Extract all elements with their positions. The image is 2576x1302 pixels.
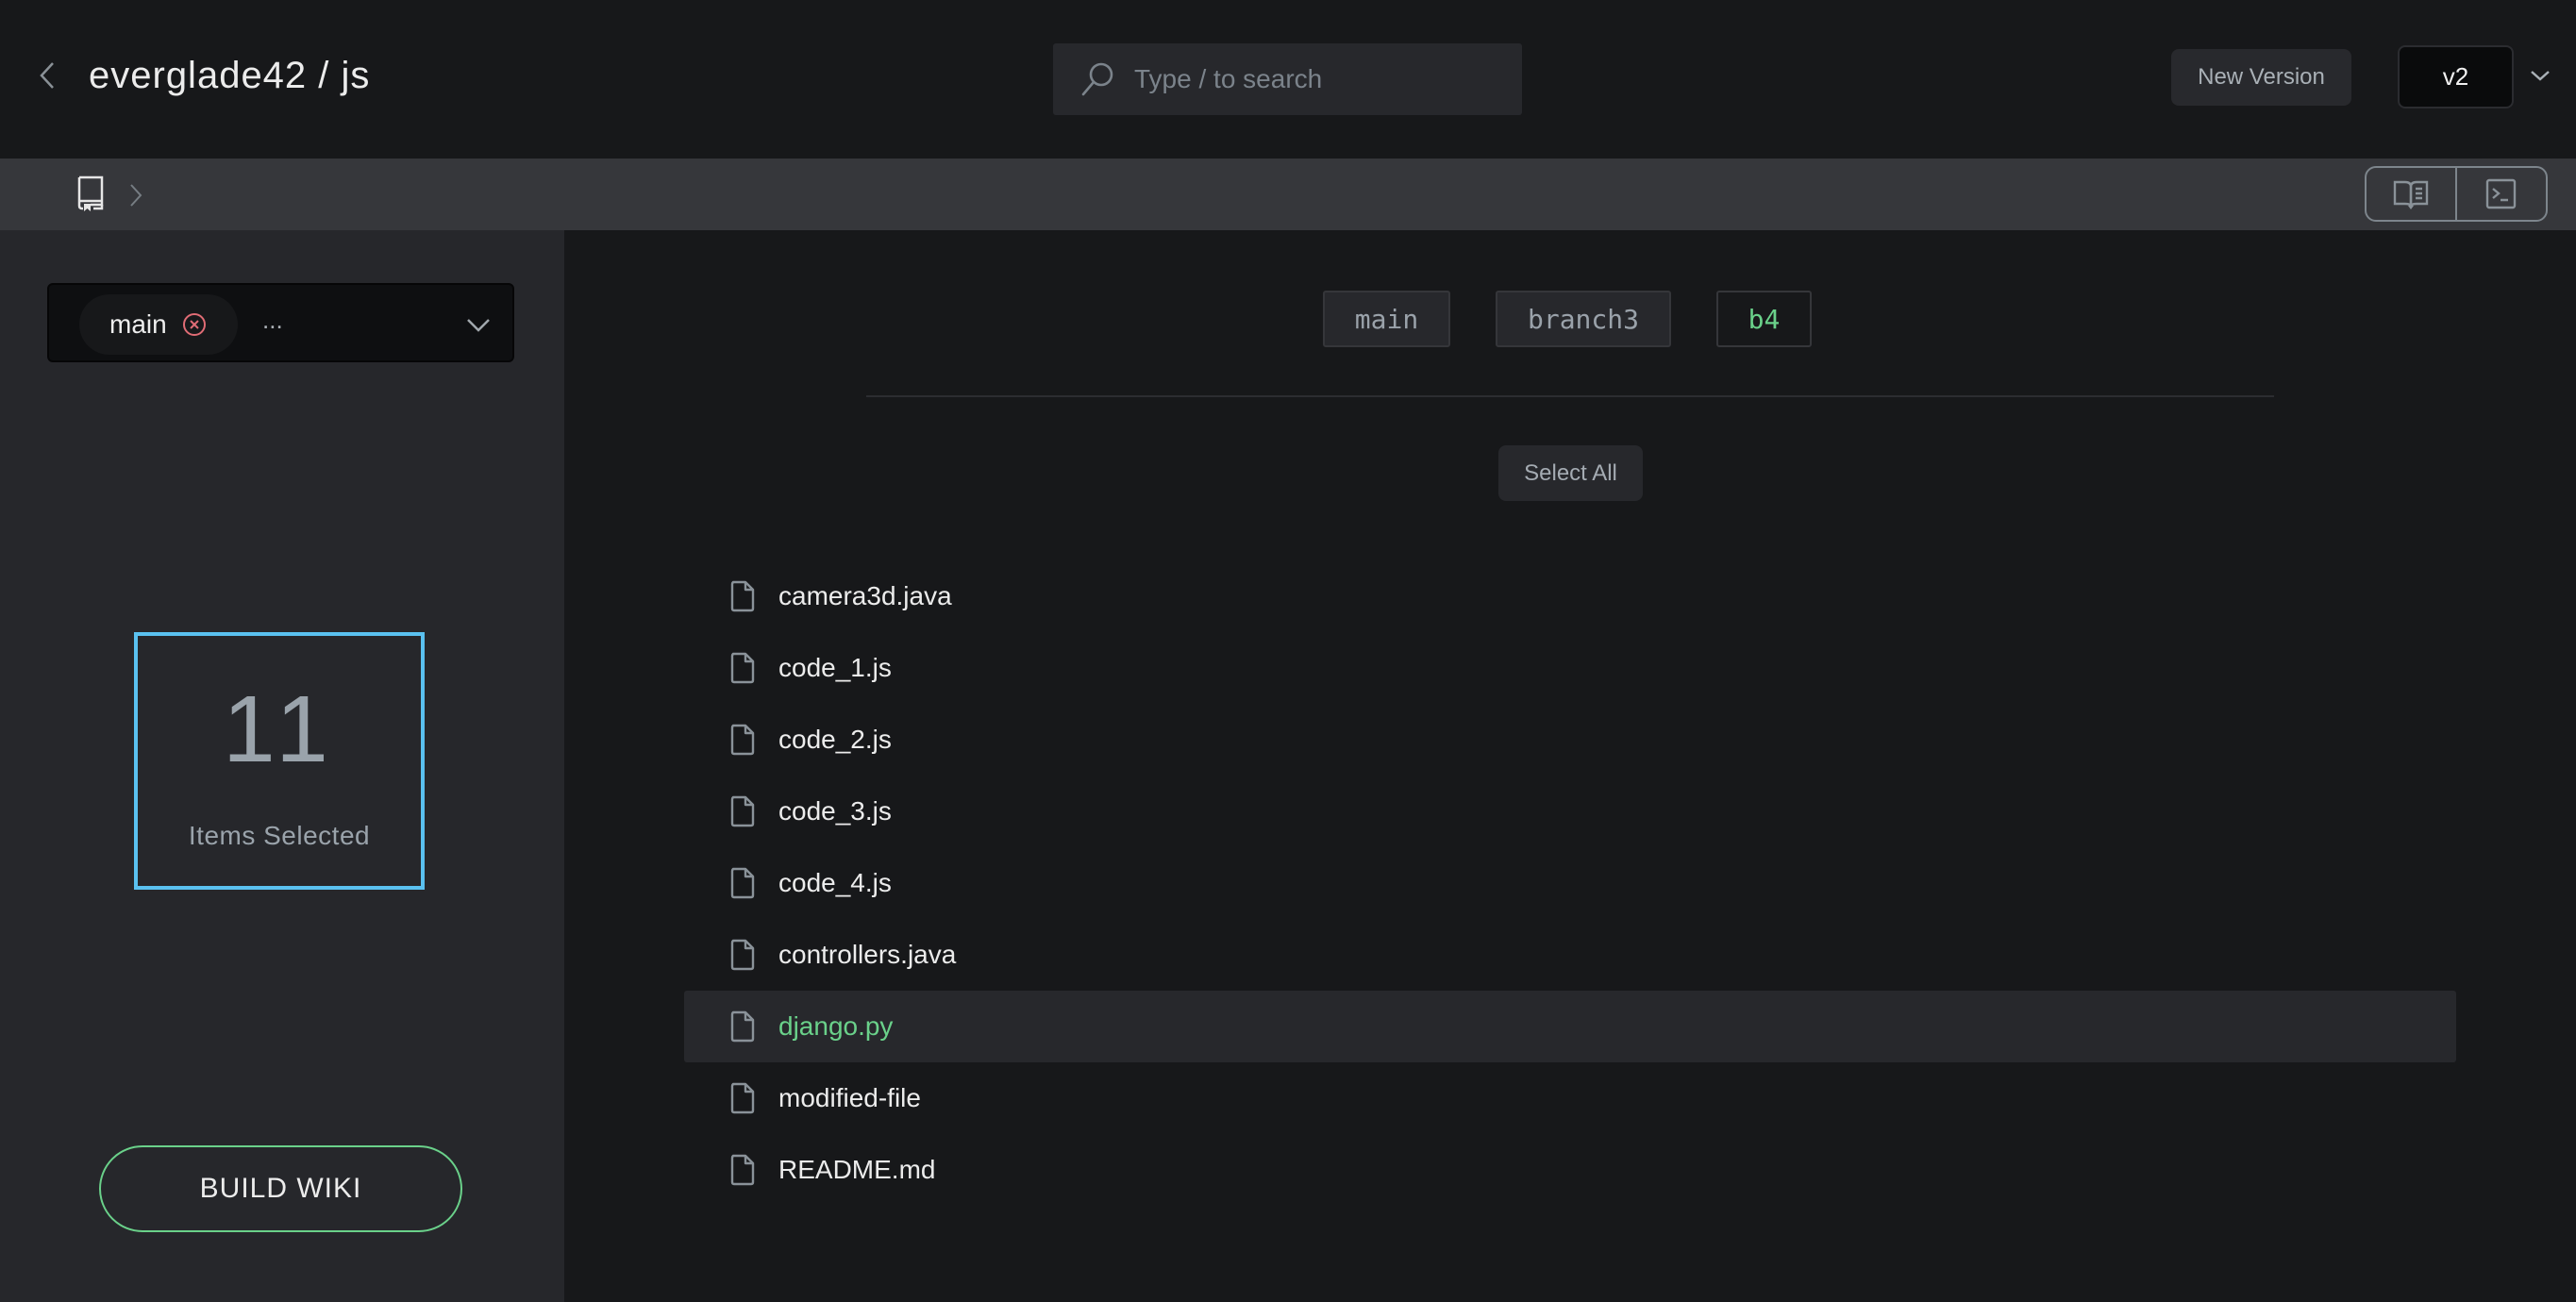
file-icon xyxy=(730,580,755,612)
file-name: modified-file xyxy=(778,1083,921,1112)
file-name: django.py xyxy=(778,1011,894,1041)
divider xyxy=(866,395,2274,397)
selection-count: 11 xyxy=(223,676,336,782)
file-icon xyxy=(730,795,755,827)
open-book-icon xyxy=(2393,180,2429,209)
file-name: controllers.java xyxy=(778,940,957,969)
view-toggle xyxy=(2365,166,2548,222)
wiki-view-toggle[interactable] xyxy=(2367,168,2455,220)
search-input[interactable] xyxy=(1134,64,1493,94)
select-all-button[interactable]: Select All xyxy=(1498,445,1643,501)
file-row[interactable]: camera3d.java xyxy=(684,560,2456,632)
branch-chip: main xyxy=(79,294,238,355)
new-version-button[interactable]: New Version xyxy=(2171,49,2351,106)
chevron-down-icon xyxy=(467,319,490,332)
file-icon xyxy=(730,867,755,899)
file-name: camera3d.java xyxy=(778,581,952,610)
file-icon xyxy=(730,652,755,684)
file-name: code_3.js xyxy=(778,796,892,826)
file-name: code_4.js xyxy=(778,868,892,897)
branch-overflow-indicator: ... xyxy=(262,306,283,334)
build-wiki-button[interactable]: BUILD WIKI xyxy=(99,1145,462,1232)
file-name: code_1.js xyxy=(778,653,892,682)
file-icon xyxy=(730,1154,755,1186)
file-row[interactable]: code_1.js xyxy=(684,632,2456,704)
terminal-icon xyxy=(2485,178,2517,209)
file-row[interactable]: django.py xyxy=(684,991,2456,1062)
file-row[interactable]: code_2.js xyxy=(684,704,2456,776)
search-icon xyxy=(1081,62,1113,96)
top-header: everglade42 / js New Version v2 xyxy=(0,0,2576,159)
file-list: camera3d.java code_1.js code_2.js code_3… xyxy=(684,560,2456,1206)
file-name: code_2.js xyxy=(778,725,892,754)
file-name: README.md xyxy=(778,1155,936,1184)
file-row[interactable]: modified-file xyxy=(684,1062,2456,1134)
terminal-view-toggle[interactable] xyxy=(2455,168,2546,220)
close-circle-icon[interactable] xyxy=(182,312,207,337)
file-row[interactable]: code_3.js xyxy=(684,776,2456,847)
file-icon xyxy=(730,1082,755,1114)
file-row[interactable]: code_4.js xyxy=(684,847,2456,919)
file-row[interactable]: controllers.java xyxy=(684,919,2456,991)
chevron-down-icon[interactable] xyxy=(2529,64,2551,87)
back-button[interactable] xyxy=(28,57,66,94)
chevron-left-icon xyxy=(40,62,54,89)
main-panel: main branch3 b4 Select All camera3d.java… xyxy=(564,230,2576,1302)
branch-tab-branch3[interactable]: branch3 xyxy=(1496,291,1671,347)
file-icon xyxy=(730,939,755,971)
file-icon xyxy=(730,1010,755,1043)
chevron-right-icon xyxy=(130,184,142,207)
file-row[interactable]: README.md xyxy=(684,1134,2456,1206)
branch-chip-label: main xyxy=(109,309,167,339)
branch-select[interactable]: main ... xyxy=(47,283,514,362)
branch-tab-main[interactable]: main xyxy=(1323,291,1450,347)
selection-count-card: 11 Items Selected xyxy=(134,632,425,890)
selection-count-label: Items Selected xyxy=(188,821,371,850)
version-select[interactable]: v2 xyxy=(2398,45,2514,108)
search-box[interactable] xyxy=(1053,43,1522,115)
file-icon xyxy=(730,724,755,756)
breadcrumb-bar xyxy=(0,159,2576,230)
page-title: everglade42 / js xyxy=(89,55,371,96)
branch-tab-b4[interactable]: b4 xyxy=(1716,291,1812,347)
repo-book-icon[interactable] xyxy=(75,175,106,211)
sidebar: main ... 11 Items Selected BUILD WIKI xyxy=(0,230,564,1302)
